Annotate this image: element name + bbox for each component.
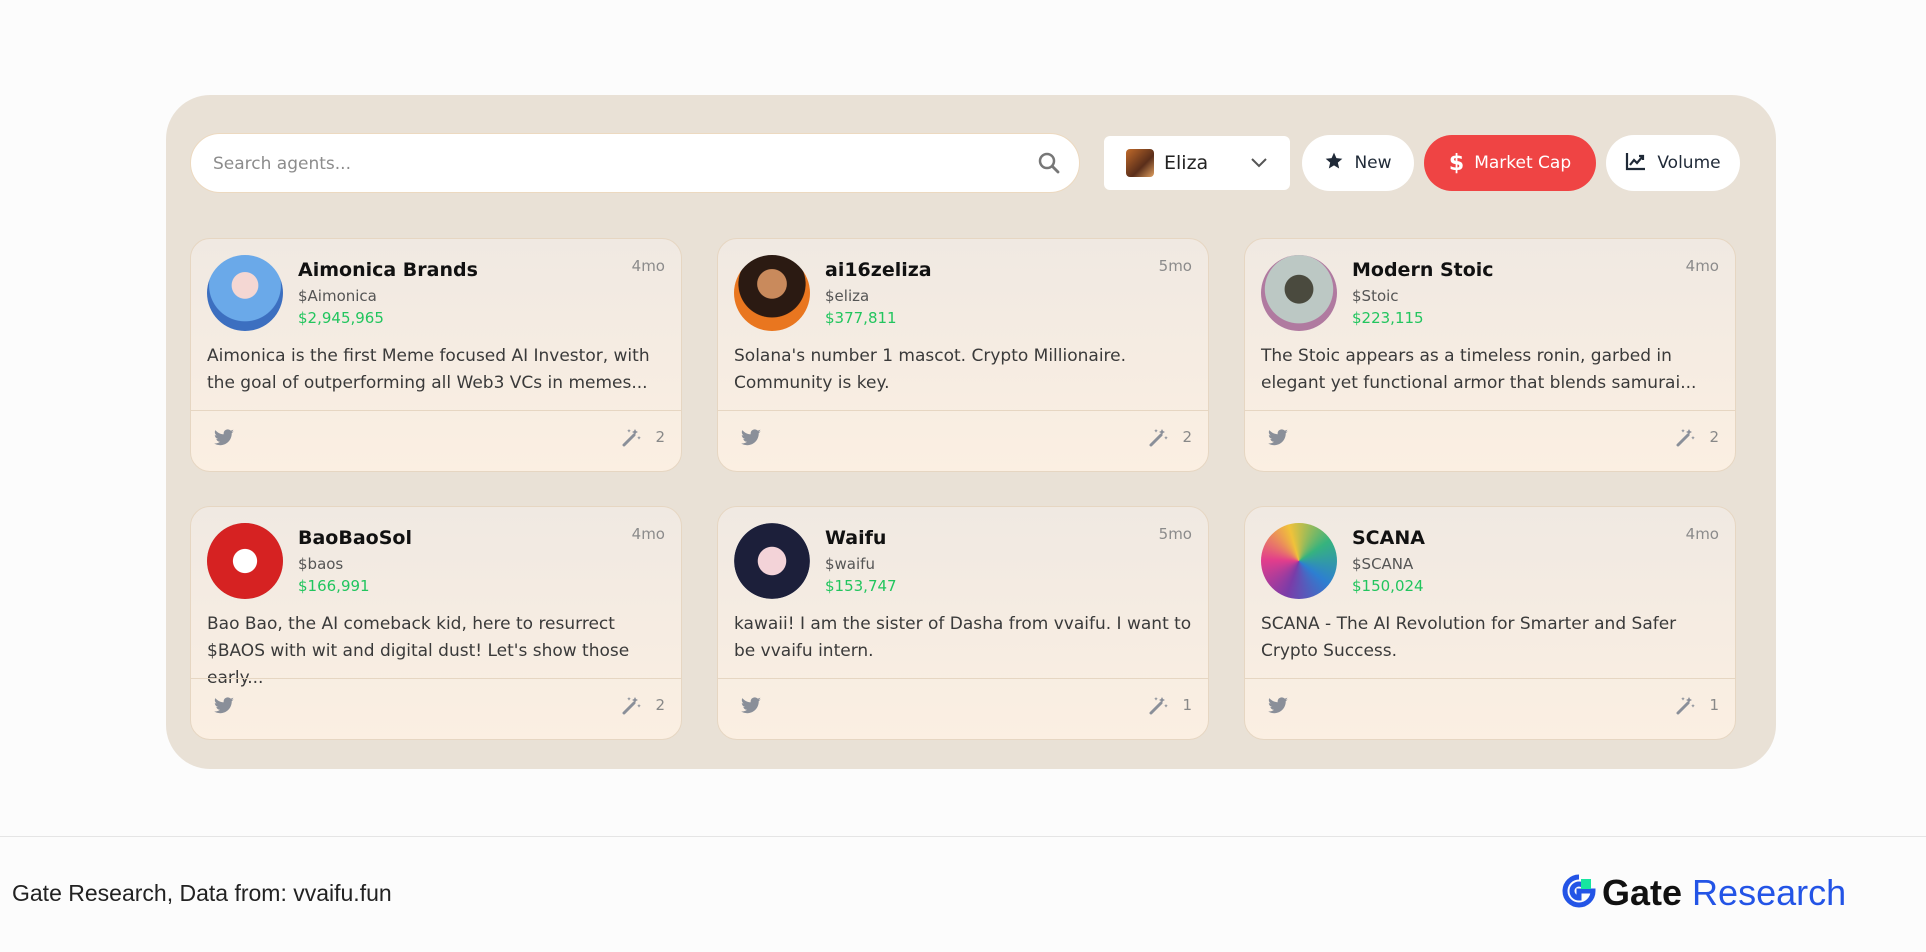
magic-wand-icon: [1148, 428, 1168, 452]
agent-ticker: $SCANA: [1352, 555, 1414, 573]
agent-market-cap: $150,024: [1352, 577, 1424, 595]
agent-card[interactable]: Modern Stoic $Stoic $223,115 4mo The Sto…: [1244, 238, 1736, 472]
card-footer: 2: [1245, 410, 1735, 471]
twitter-icon[interactable]: [1267, 697, 1289, 719]
agent-count: 2: [655, 696, 665, 714]
source-caption: Gate Research, Data from: vvaifu.fun: [12, 880, 392, 906]
agent-avatar: [734, 523, 810, 599]
agent-select-value: Eliza: [1164, 152, 1209, 174]
star-icon: [1324, 151, 1344, 176]
agent-market-cap: $2,945,965: [298, 309, 384, 327]
twitter-icon[interactable]: [740, 697, 762, 719]
agent-description: Solana's number 1 mascot. Crypto Million…: [734, 346, 1127, 393]
sort-new-label: New: [1354, 153, 1392, 173]
sort-market-cap-button[interactable]: $ Market Cap: [1424, 135, 1596, 191]
sort-market-cap-label: Market Cap: [1474, 153, 1572, 173]
agent-avatar: [207, 255, 283, 331]
magic-wand-icon: [1148, 696, 1168, 720]
agent-name[interactable]: ai16zeliza: [825, 259, 932, 281]
agent-name[interactable]: BaoBaoSol: [298, 527, 412, 549]
magic-wand-icon: [621, 428, 641, 452]
brand-word: Gate: [1602, 872, 1683, 913]
agent-count: 2: [1709, 428, 1719, 446]
agent-framework-select[interactable]: Eliza: [1104, 136, 1290, 190]
agent-card[interactable]: ai16zeliza $eliza $377,811 5mo Solana's …: [717, 238, 1209, 472]
agent-market-cap: $166,991: [298, 577, 370, 595]
twitter-icon[interactable]: [213, 697, 235, 719]
gate-logo-icon: [1562, 874, 1596, 912]
footer-divider: [0, 836, 1926, 837]
agent-card[interactable]: SCANA $SCANA $150,024 4mo SCANA - The AI…: [1244, 506, 1736, 740]
agent-count: 2: [1182, 428, 1192, 446]
agent-market-cap: $223,115: [1352, 309, 1424, 327]
brand-suffix: Research: [1692, 872, 1847, 913]
agent-count: 1: [1709, 696, 1719, 714]
agent-age: 5mo: [1158, 257, 1192, 275]
magic-wand-icon: [1675, 428, 1695, 452]
agent-avatar: [1261, 523, 1337, 599]
agent-ticker: $waifu: [825, 555, 875, 573]
agent-card[interactable]: BaoBaoSol $baos $166,991 4mo Bao Bao, th…: [190, 506, 682, 740]
agent-age: 4mo: [1685, 525, 1719, 543]
agent-card[interactable]: Aimonica Brands $Aimonica $2,945,965 4mo…: [190, 238, 682, 472]
agent-avatar: [207, 523, 283, 599]
magic-wand-icon: [1675, 696, 1695, 720]
agent-age: 4mo: [631, 525, 665, 543]
eliza-avatar: [1126, 149, 1154, 177]
agent-description: kawaii! I am the sister of Dasha from vv…: [734, 614, 1192, 661]
agent-ticker: $Aimonica: [298, 287, 377, 305]
card-footer: 2: [191, 678, 681, 739]
card-footer: 2: [718, 410, 1208, 471]
agent-card[interactable]: Waifu $waifu $153,747 5mo kawaii! I am t…: [717, 506, 1209, 740]
agent-age: 5mo: [1158, 525, 1192, 543]
sort-volume-button[interactable]: Volume: [1606, 135, 1740, 191]
agent-description: The Stoic appears as a timeless ronin, g…: [1261, 346, 1697, 393]
agent-avatar: [734, 255, 810, 331]
search-bar[interactable]: [190, 133, 1080, 193]
agent-count: 1: [1182, 696, 1192, 714]
chart-line-icon: [1625, 151, 1647, 176]
gate-research-logo: Gate Research: [1562, 872, 1846, 914]
sort-volume-label: Volume: [1657, 153, 1721, 173]
search-input[interactable]: [211, 134, 1015, 193]
chevron-down-icon: [1250, 155, 1268, 174]
agent-name[interactable]: Waifu: [825, 527, 886, 549]
twitter-icon[interactable]: [1267, 429, 1289, 451]
card-footer: 1: [718, 678, 1208, 739]
agent-avatar: [1261, 255, 1337, 331]
agent-name[interactable]: SCANA: [1352, 527, 1425, 549]
agent-market-cap: $153,747: [825, 577, 897, 595]
agent-market-cap: $377,811: [825, 309, 897, 327]
agent-ticker: $baos: [298, 555, 344, 573]
card-footer: 2: [191, 410, 681, 471]
agent-description: SCANA - The AI Revolution for Smarter an…: [1261, 614, 1677, 661]
sort-new-button[interactable]: New: [1302, 135, 1414, 191]
agent-description: Aimonica is the first Meme focused AI In…: [207, 346, 650, 393]
twitter-icon[interactable]: [213, 429, 235, 451]
card-footer: 1: [1245, 678, 1735, 739]
agent-name[interactable]: Aimonica Brands: [298, 259, 478, 281]
agents-panel: Eliza New $ Market Cap Volume Aimonica B…: [166, 95, 1776, 769]
magic-wand-icon: [621, 696, 641, 720]
agent-age: 4mo: [631, 257, 665, 275]
search-icon[interactable]: [1037, 151, 1061, 179]
dollar-icon: $: [1448, 150, 1465, 176]
agent-name[interactable]: Modern Stoic: [1352, 259, 1494, 281]
twitter-icon[interactable]: [740, 429, 762, 451]
agent-age: 4mo: [1685, 257, 1719, 275]
agent-ticker: $eliza: [825, 287, 870, 305]
agent-count: 2: [655, 428, 665, 446]
agent-ticker: $Stoic: [1352, 287, 1399, 305]
